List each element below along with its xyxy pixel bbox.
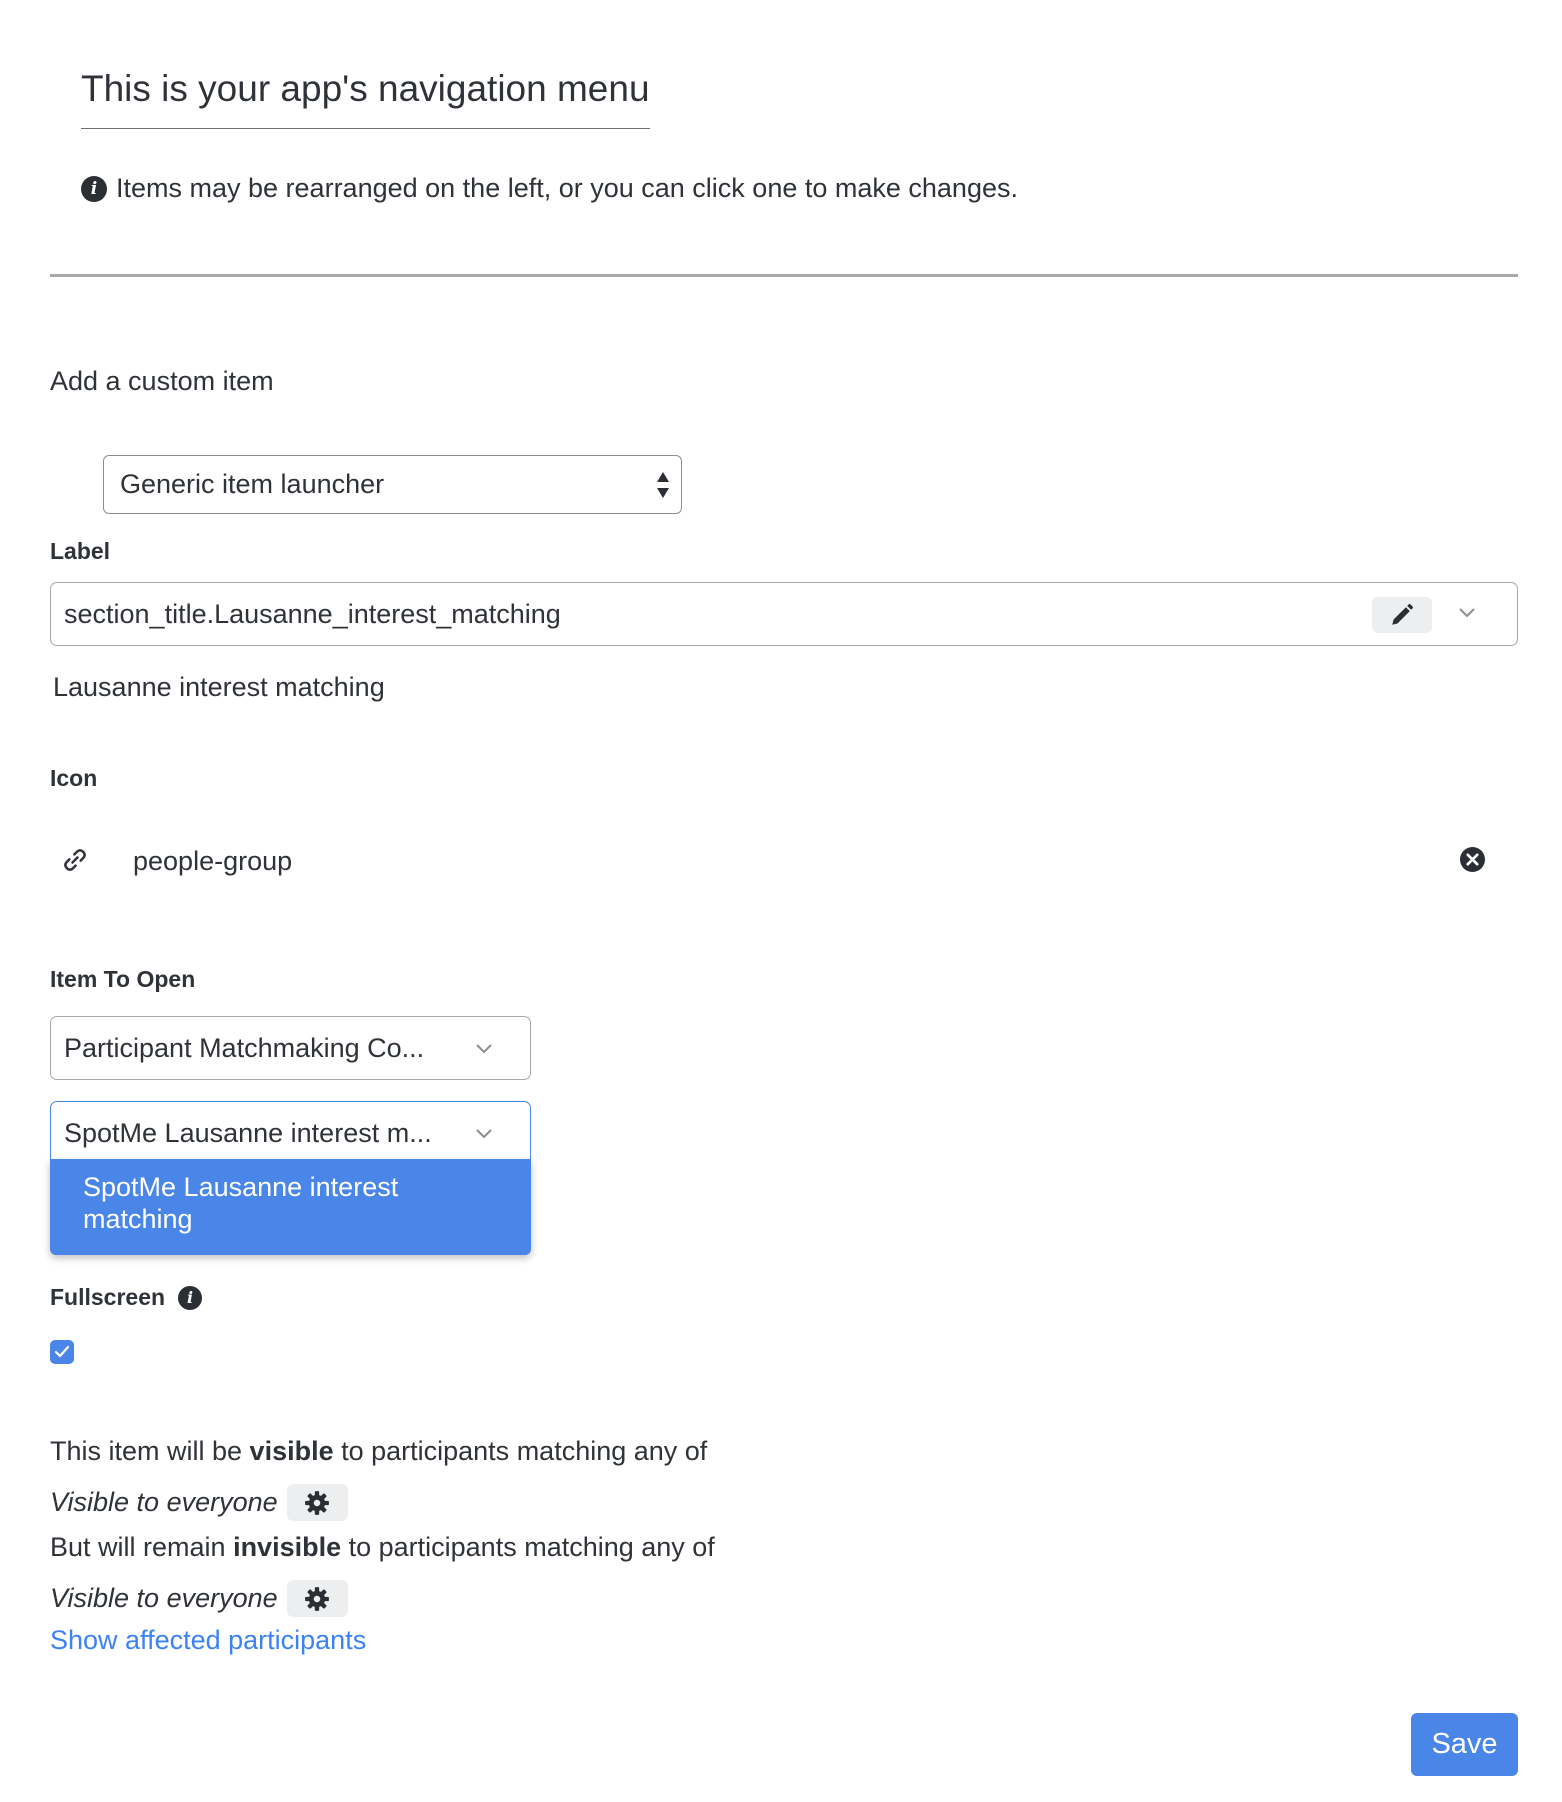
label-translation: Lausanne interest matching xyxy=(53,672,385,702)
gear-icon xyxy=(305,1586,330,1611)
item-type-dropdown-value: Participant Matchmaking Co... xyxy=(64,1032,425,1063)
icon-name: people-group xyxy=(133,846,293,876)
chevron-down-icon[interactable] xyxy=(1458,607,1476,619)
fullscreen-checkbox[interactable] xyxy=(50,1340,74,1364)
chevron-down-icon xyxy=(476,1044,492,1054)
clear-icon-button[interactable] xyxy=(1460,847,1485,872)
pencil-icon xyxy=(1392,603,1414,625)
fullscreen-label: Fullscreen xyxy=(50,1284,166,1310)
chevron-down-icon xyxy=(476,1129,492,1139)
visible-sentence: This item will be visible to participant… xyxy=(50,1436,707,1467)
invisible-sentence: But will remain invisible to participant… xyxy=(50,1532,715,1563)
add-custom-item-title: Add a custom item xyxy=(50,366,274,396)
invisible-post: to participants matching any of xyxy=(341,1532,715,1562)
hint-label: Items may be rearranged on the left, or … xyxy=(116,173,1018,203)
checkmark-icon xyxy=(54,1345,70,1358)
updown-arrows-icon xyxy=(657,472,669,498)
item-type-dropdown[interactable]: Participant Matchmaking Co... xyxy=(50,1016,531,1080)
item-to-open-label: Item To Open xyxy=(50,966,196,992)
info-icon: i xyxy=(81,175,107,202)
gear-icon xyxy=(305,1490,330,1515)
visible-post: to participants matching any of xyxy=(333,1436,708,1466)
label-field-label: Label xyxy=(50,538,111,564)
item-dropdown-value: SpotMe Lausanne interest m... xyxy=(64,1117,432,1148)
item-type-select[interactable]: Generic item launcher xyxy=(103,455,682,514)
visible-rule: Visible to everyone xyxy=(50,1487,278,1517)
section-divider xyxy=(50,274,1518,277)
icon-field-label: Icon xyxy=(50,765,98,791)
save-button[interactable]: Save xyxy=(1411,1713,1518,1776)
info-icon[interactable]: i xyxy=(178,1285,203,1310)
show-affected-participants-link[interactable]: Show affected participants xyxy=(50,1625,366,1656)
page-title: This is your app's navigation menu xyxy=(81,68,650,129)
visible-rule-row: Visible to everyone xyxy=(50,1484,348,1521)
link-icon xyxy=(64,849,86,871)
visible-rule-settings-button[interactable] xyxy=(286,1484,348,1521)
item-dropdown-menu: SpotMe Lausanne interest matching xyxy=(50,1159,531,1255)
invisible-rule: Visible to everyone xyxy=(50,1583,278,1613)
invisible-bold: invisible xyxy=(233,1532,342,1562)
invisible-rule-settings-button[interactable] xyxy=(286,1580,348,1617)
hint-text: i Items may be rearranged on the left, o… xyxy=(81,173,1018,204)
edit-label-button[interactable] xyxy=(1372,597,1432,633)
dropdown-option[interactable]: SpotMe Lausanne interest matching xyxy=(83,1171,511,1235)
label-input-value: section_title.Lausanne_interest_matching xyxy=(64,598,561,629)
visible-bold: visible xyxy=(249,1436,334,1466)
item-type-select-value: Generic item launcher xyxy=(120,469,385,499)
fullscreen-label-row: Fullscreen i xyxy=(50,1284,203,1311)
invisible-pre: But will remain xyxy=(50,1532,234,1562)
item-dropdown[interactable]: SpotMe Lausanne interest m... xyxy=(50,1101,531,1165)
invisible-rule-row: Visible to everyone xyxy=(50,1580,348,1617)
visible-pre: This item will be xyxy=(50,1436,250,1466)
label-input[interactable]: section_title.Lausanne_interest_matching xyxy=(50,582,1518,646)
